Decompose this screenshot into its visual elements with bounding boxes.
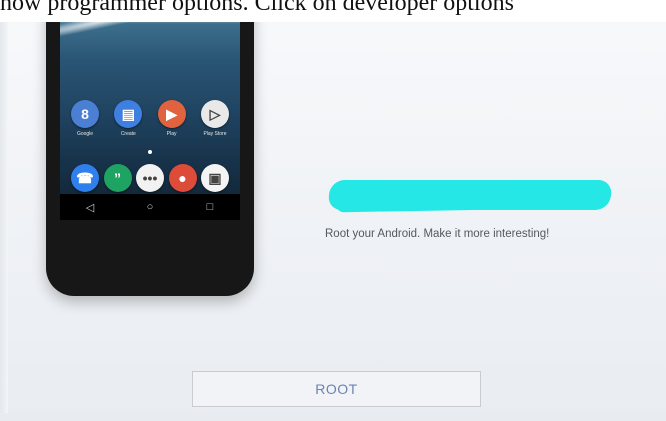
- video-caption: how programmer options. Click on develop…: [0, 0, 514, 16]
- app-window: 8 Google ▤ Create ▶ Play ▷ Play Store ☎” ••• ● ▣ ◁…: [0, 0, 666, 421]
- dock-app-4: ▣: [200, 164, 230, 192]
- app-label: Google: [76, 131, 94, 137]
- play-store-icon: ▷: [200, 100, 229, 128]
- home-apps-row: 8 Google ▤ Create ▶ Play ▷ Play Store: [70, 100, 230, 137]
- app-label: Play: [166, 131, 177, 137]
- phone-icon: ☎: [71, 164, 99, 192]
- home-app-2: ▶ Play: [157, 100, 187, 137]
- dock-app-2: •••: [135, 164, 165, 192]
- camera-icon: ▣: [201, 164, 229, 192]
- dock-app-1: ”: [103, 164, 133, 192]
- tagline: Root your Android. Make it more interest…: [325, 228, 550, 240]
- page-indicator: [148, 150, 152, 154]
- home-icon: ○: [146, 201, 154, 213]
- home-app-0: 8 Google: [70, 100, 100, 137]
- phone-illustration: 8 Google ▤ Create ▶ Play ▷ Play Store ☎” ••• ● ▣ ◁…: [46, 0, 254, 296]
- create-folder-icon: ▤: [114, 100, 143, 128]
- home-app-3: ▷ Play Store: [200, 100, 230, 137]
- chrome-icon: ●: [168, 164, 197, 192]
- back-icon: ◁: [85, 201, 95, 214]
- window-edge: [0, 0, 8, 421]
- play-folder-icon: ▶: [157, 100, 186, 128]
- window-bottom-edge: [0, 413, 666, 421]
- google-folder-icon: 8: [71, 100, 99, 128]
- phone-screen: 8 Google ▤ Create ▶ Play ▷ Play Store ☎” ••• ● ▣: [60, 0, 240, 194]
- dock-app-0: ☎: [70, 164, 100, 192]
- app-label: Create: [120, 131, 136, 137]
- root-button[interactable]: ROOT: [192, 371, 481, 407]
- recents-icon: □: [206, 201, 214, 213]
- app-label: Play Store: [203, 131, 227, 137]
- app-drawer-icon: •••: [136, 164, 164, 192]
- phone-nav-bar: ◁ ○ □: [60, 194, 240, 220]
- dock-app-3: ●: [168, 164, 198, 192]
- hangouts-icon: ”: [103, 164, 132, 192]
- dock-row: ☎” ••• ● ▣: [70, 164, 230, 192]
- home-app-1: ▤ Create: [113, 100, 143, 137]
